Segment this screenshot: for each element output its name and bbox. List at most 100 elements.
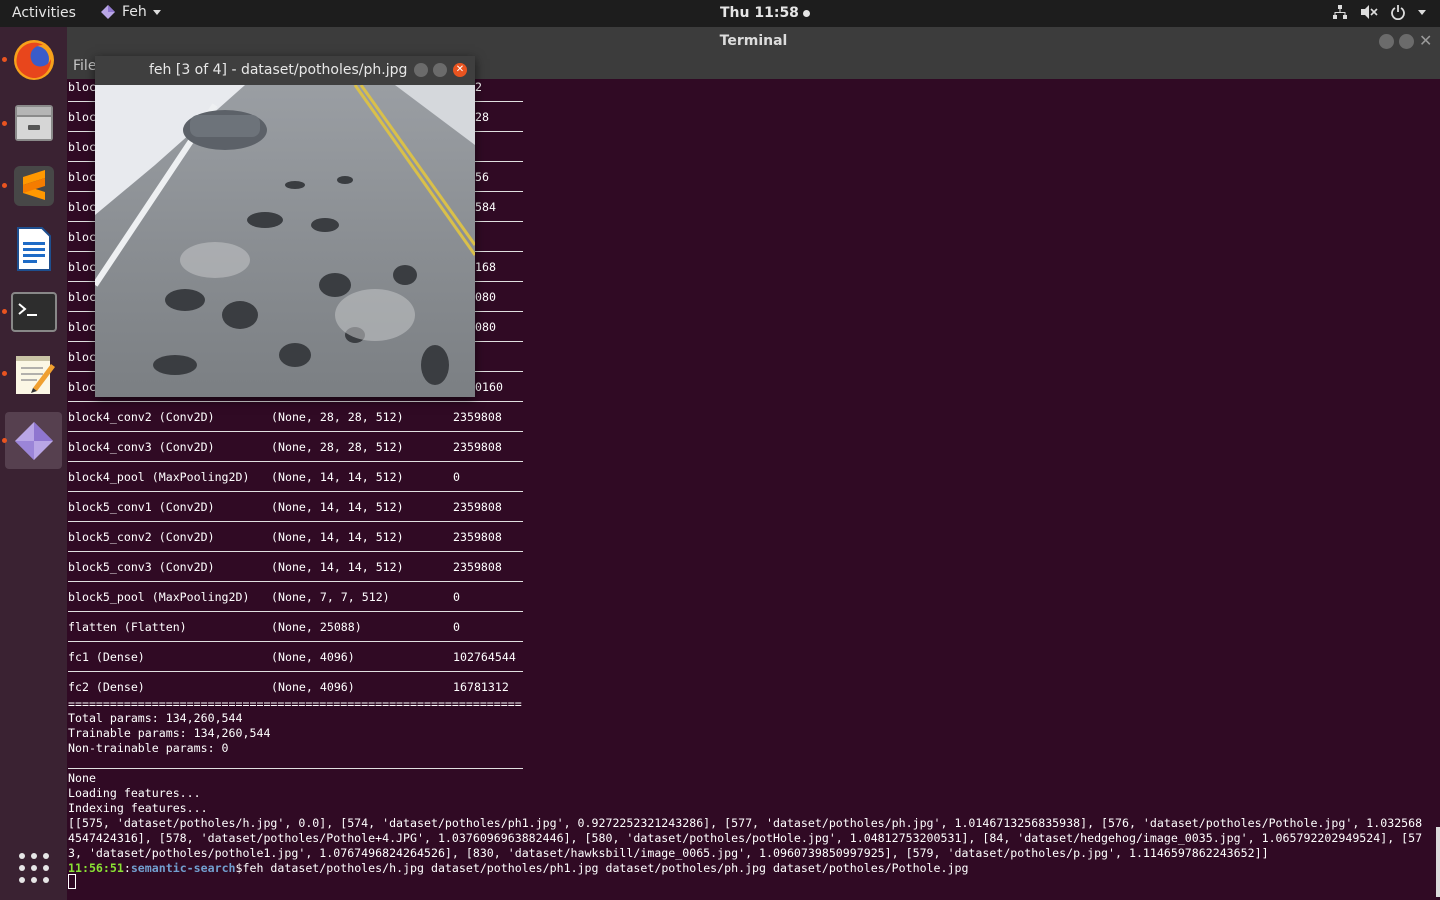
layer-params: 2359808 <box>453 530 502 544</box>
layer-name: bloc <box>68 260 96 274</box>
layer-output-shape: (None, 4096) <box>271 680 355 694</box>
libreoffice-writer-icon <box>16 226 51 271</box>
result-line: [[575, 'dataset/potholes/h.jpg', 0.0], [… <box>68 816 1423 830</box>
network-icon[interactable] <box>1332 4 1348 20</box>
layer-params: 080 <box>475 320 496 334</box>
terminal-title: Terminal <box>719 33 788 49</box>
total-params: Total params: 134,260,544 <box>68 711 243 725</box>
layer-name: block5_conv1 (Conv2D) <box>68 500 215 514</box>
minimize-button[interactable] <box>414 63 428 77</box>
menu-file[interactable]: File <box>73 58 96 74</box>
layer-name: bloc <box>68 140 96 154</box>
feh-app-icon <box>101 5 115 19</box>
table-rule <box>68 521 523 522</box>
trainable-params: Trainable params: 134,260,544 <box>68 726 271 740</box>
layer-params: 080 <box>475 290 496 304</box>
indexing-line: Indexing features... <box>68 801 208 815</box>
layer-name: bloc <box>68 110 96 124</box>
running-indicator <box>2 309 7 314</box>
layer-params: 0160 <box>475 380 503 394</box>
dock-files[interactable] <box>5 94 62 151</box>
layer-params: 102764544 <box>453 650 516 664</box>
double-rule: ========================================… <box>68 697 522 711</box>
table-rule <box>68 461 523 462</box>
clock-label: Thu 11:58 <box>720 5 799 21</box>
dock <box>0 27 67 900</box>
table-rule <box>68 611 523 612</box>
chevron-down-icon[interactable] <box>1418 9 1426 15</box>
close-icon[interactable]: ✕ <box>453 63 467 77</box>
layer-params: 56 <box>475 170 489 184</box>
chevron-down-icon <box>152 9 161 15</box>
layer-output-shape: (None, 14, 14, 512) <box>271 500 404 514</box>
table-rule <box>68 671 523 672</box>
app-menu-label: Feh <box>122 4 147 20</box>
prompt-directory: semantic-search <box>130 861 236 875</box>
layer-name: block4_conv2 (Conv2D) <box>68 410 215 424</box>
minimize-button[interactable] <box>1379 34 1394 49</box>
prompt-command: $feh dataset/potholes/h.jpg dataset/poth… <box>235 861 969 875</box>
app-menu[interactable]: Feh <box>100 4 161 20</box>
layer-name: block4_pool (MaxPooling2D) <box>68 470 250 484</box>
feh-icon <box>14 421 53 460</box>
result-line: 3, 'dataset/potholes/pothole1.jpg', 1.07… <box>68 846 1269 860</box>
layer-params: 2 <box>475 80 482 94</box>
text-editor-icon <box>15 355 55 394</box>
layer-name: bloc <box>68 230 96 244</box>
non-trainable-params: Non-trainable params: 0 <box>68 741 229 755</box>
layer-name: block5_conv3 (Conv2D) <box>68 560 215 574</box>
layer-name: bloc <box>68 380 96 394</box>
layer-name: bloc <box>68 170 96 184</box>
layer-output-shape: (None, 25088) <box>271 620 362 634</box>
layer-name: bloc <box>68 200 96 214</box>
table-rule <box>68 768 523 769</box>
layer-name: fc2 (Dense) <box>68 680 145 694</box>
show-applications-icon <box>18 852 49 883</box>
feh-title-bar[interactable]: feh [3 of 4] - dataset/potholes/ph.jpg ✕ <box>95 56 475 85</box>
show-applications-button[interactable] <box>5 839 62 896</box>
prompt-separator: : <box>123 861 131 875</box>
layer-name: block5_pool (MaxPooling2D) <box>68 590 250 604</box>
terminal-title-bar[interactable]: Terminal ✕ <box>67 27 1440 55</box>
notification-dot-icon <box>802 9 810 17</box>
dock-feh[interactable] <box>5 412 62 469</box>
feh-window[interactable]: feh [3 of 4] - dataset/potholes/ph.jpg ✕ <box>95 56 475 397</box>
layer-params: 16781312 <box>453 680 509 694</box>
dock-firefox[interactable] <box>5 31 62 88</box>
layer-params: 0 <box>453 470 460 484</box>
result-line: 4547424316], [578, 'dataset/potholes/Pot… <box>68 831 1423 845</box>
dock-text-editor[interactable] <box>5 346 62 403</box>
layer-name: block5_conv2 (Conv2D) <box>68 530 215 544</box>
prompt-line: 11:56:51:semantic-search$feh dataset/pot… <box>68 861 968 875</box>
layer-name: bloc <box>68 290 96 304</box>
running-indicator <box>2 183 7 188</box>
table-rule <box>68 641 523 642</box>
dock-sublime-text[interactable] <box>5 157 62 214</box>
running-indicator <box>2 438 7 443</box>
layer-output-shape: (None, 28, 28, 512) <box>271 440 404 454</box>
maximize-button[interactable] <box>433 63 447 77</box>
layer-name: bloc <box>68 320 96 334</box>
layer-name: flatten (Flatten) <box>68 620 187 634</box>
system-tray[interactable] <box>1332 4 1426 20</box>
sublime-text-icon <box>13 165 54 206</box>
layer-output-shape: (None, 4096) <box>271 650 355 664</box>
activities-button[interactable]: Activities <box>12 5 76 21</box>
text-cursor <box>68 874 76 889</box>
maximize-button[interactable] <box>1399 34 1414 49</box>
volume-muted-icon[interactable] <box>1360 4 1378 20</box>
files-icon <box>14 104 53 141</box>
clock[interactable]: Thu 11:58 <box>720 5 810 21</box>
dock-libreoffice-writer[interactable] <box>5 220 62 277</box>
table-rule <box>68 551 523 552</box>
dock-terminal[interactable] <box>5 283 62 340</box>
power-icon[interactable] <box>1390 4 1406 20</box>
close-icon[interactable]: ✕ <box>1419 33 1432 49</box>
prompt-time: 11:56:51 <box>68 861 124 875</box>
layer-name: block4_conv3 (Conv2D) <box>68 440 215 454</box>
scrollbar[interactable] <box>1436 827 1440 897</box>
table-rule <box>68 581 523 582</box>
firefox-icon <box>13 39 54 80</box>
layer-params: 2359808 <box>453 410 502 424</box>
none-line: None <box>68 771 96 785</box>
